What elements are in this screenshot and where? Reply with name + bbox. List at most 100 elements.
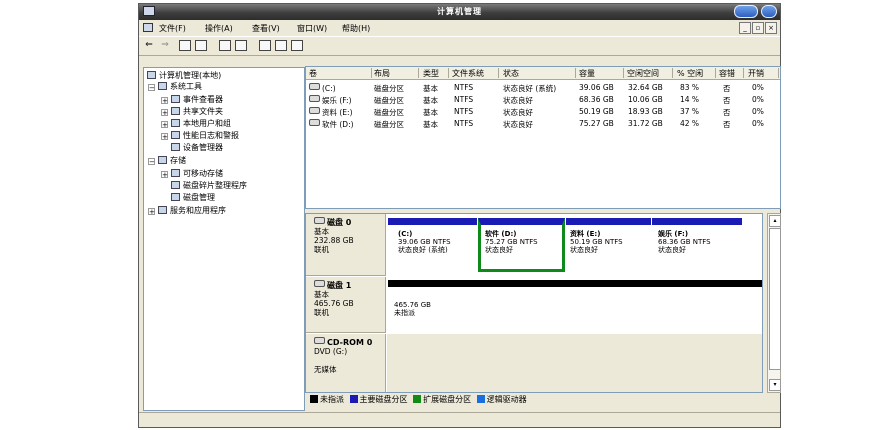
back-icon[interactable]: ⇐ <box>143 40 155 51</box>
disk-type: 基本 <box>314 290 329 299</box>
col-filesystem[interactable]: 文件系统 <box>452 68 499 78</box>
col-layout[interactable]: 布局 <box>374 68 419 78</box>
col-free-space[interactable]: 空闲空间 <box>627 68 673 78</box>
cell: NTFS <box>454 119 474 128</box>
tree-item-device-manager[interactable]: 设备管理器 <box>171 143 223 153</box>
child-minimize-icon[interactable]: _ <box>739 22 751 34</box>
cell: 83 % <box>680 83 700 92</box>
expand-icon[interactable]: + <box>161 171 168 179</box>
forward-icon[interactable]: ⇒ <box>159 40 171 51</box>
help-icon[interactable] <box>259 40 271 51</box>
menu-action[interactable]: 操作(A) <box>205 23 233 34</box>
volume-row[interactable]: (C:) 磁盘分区 基本 NTFS 状态良好 (系统) 39.06 GB 32.… <box>306 82 780 94</box>
collapse-icon[interactable]: − <box>148 158 155 166</box>
computer-icon <box>147 71 156 79</box>
expand-icon[interactable]: + <box>148 208 155 216</box>
up-level-icon[interactable] <box>179 40 191 51</box>
refresh-icon[interactable] <box>235 40 247 51</box>
child-close-icon[interactable]: × <box>765 22 777 34</box>
disk-1-label[interactable]: 磁盘 1 基本 465.76 GB 联机 <box>306 277 386 333</box>
expand-icon[interactable]: + <box>161 97 168 105</box>
defrag-icon <box>171 181 180 189</box>
title-bar[interactable]: 计算机管理 <box>139 4 780 20</box>
console-tree[interactable]: 计算机管理(本地) − 系统工具 + 事件查看器 + 共享文件夹 + 本地用户和… <box>143 67 305 411</box>
open-icon[interactable] <box>275 40 287 51</box>
scroll-down-icon[interactable]: ▾ <box>769 379 781 391</box>
partition-e[interactable]: 资料 (E:) 50.19 GB NTFS 状态良好 <box>566 218 651 272</box>
partition-d-selected[interactable]: 软件 (D:) 75.27 GB NTFS 状态良好 <box>478 218 565 272</box>
partition-c[interactable]: (C:) 39.06 GB NTFS 状态良好 (系统) <box>388 218 477 272</box>
cdrom-0-label[interactable]: CD-ROM 0 DVD (G:) 无媒体 <box>306 334 386 392</box>
cell: 否 <box>723 84 731 93</box>
col-type[interactable]: 类型 <box>423 68 449 78</box>
tree-item-system-tools[interactable]: 系统工具 <box>158 82 202 92</box>
tree-item-performance-logs[interactable]: 性能日志和警报 <box>171 131 239 141</box>
minimize-maximize-buttons[interactable] <box>734 5 758 18</box>
legend-label: 主要磁盘分区 <box>359 395 408 404</box>
cell: 0% <box>752 83 764 92</box>
drive-icon <box>309 119 320 126</box>
cell: 状态良好 (系统) <box>503 84 557 93</box>
tree-item-local-users[interactable]: 本地用户和组 <box>171 119 231 129</box>
child-restore-icon[interactable]: ▫ <box>752 22 764 34</box>
tree-item-services-apps[interactable]: 服务和应用程序 <box>158 206 226 216</box>
cell: NTFS <box>454 107 474 116</box>
cell: 状态良好 <box>503 96 533 105</box>
menu-file[interactable]: 文件(F) <box>159 23 186 34</box>
disk-graphical-view[interactable]: 磁盘 0 基本 232.88 GB 联机 (C:) 39.06 GB NTFS 状态… <box>305 213 763 393</box>
cell: 50.19 GB <box>579 107 614 116</box>
cell: 状态良好 <box>503 108 533 117</box>
volume-list[interactable]: 卷 布局 类型 文件系统 状态 容量 空闲空间 % 空闲 容错 开销 (C:) … <box>305 66 781 209</box>
scroll-up-icon[interactable]: ▴ <box>769 215 781 227</box>
expand-icon[interactable]: + <box>161 133 168 141</box>
removable-storage-icon <box>171 169 180 177</box>
col-capacity[interactable]: 容量 <box>579 68 624 78</box>
cell: 31.72 GB <box>628 119 663 128</box>
volume-row[interactable]: 软件 (D:) 磁盘分区 基本 NTFS 状态良好 75.27 GB 31.72… <box>306 118 780 130</box>
cell: NTFS <box>454 83 474 92</box>
disk-view-scrollbar[interactable]: ▴ ▾ <box>767 213 781 393</box>
cell: 0% <box>752 107 764 116</box>
media-status: 无媒体 <box>314 365 337 374</box>
menu-window[interactable]: 窗口(W) <box>297 23 327 34</box>
legend-swatch <box>476 395 485 403</box>
col-status[interactable]: 状态 <box>503 68 576 78</box>
col-overhead[interactable]: 开销 <box>748 68 779 78</box>
unallocated-space[interactable]: 465.76 GB 未指派 <box>388 280 762 330</box>
tree-item-removable-storage[interactable]: 可移动存储 <box>171 169 223 179</box>
col-volume[interactable]: 卷 <box>309 68 372 78</box>
expand-icon[interactable]: + <box>161 121 168 129</box>
menu-view[interactable]: 查看(V) <box>252 23 280 34</box>
mmc-doc-icon[interactable] <box>143 23 153 32</box>
settings-icon[interactable] <box>291 40 303 51</box>
volume-row[interactable]: 娱乐 (F:) 磁盘分区 基本 NTFS 状态良好 68.36 GB 10.06… <box>306 94 780 106</box>
volume-row[interactable]: 资料 (E:) 磁盘分区 基本 NTFS 状态良好 50.19 GB 18.93… <box>306 106 780 118</box>
col-percent-free[interactable]: % 空闲 <box>677 68 716 78</box>
properties-icon[interactable] <box>219 40 231 51</box>
tree-item-shared-folders[interactable]: 共享文件夹 <box>171 107 223 117</box>
window-title: 计算机管理 <box>437 7 482 16</box>
collapse-icon[interactable]: − <box>148 84 155 92</box>
tree-item-storage[interactable]: 存储 <box>158 156 186 166</box>
cell: 磁盘分区 <box>374 108 404 117</box>
col-fault-tolerance[interactable]: 容错 <box>719 68 744 78</box>
tree-item-event-viewer[interactable]: 事件查看器 <box>171 95 223 105</box>
tree-item-defragmenter[interactable]: 磁盘碎片整理程序 <box>171 181 247 191</box>
tree-item-disk-management[interactable]: 磁盘管理 <box>171 193 215 203</box>
hard-disk-icon <box>314 217 325 224</box>
show-hide-tree-icon[interactable] <box>195 40 207 51</box>
legend-label: 未指派 <box>320 395 344 404</box>
expand-icon[interactable]: + <box>161 109 168 117</box>
cdrom-empty-area <box>387 334 762 392</box>
disk-0-label[interactable]: 磁盘 0 基本 232.88 GB 联机 <box>306 214 386 276</box>
legend-label: 扩展磁盘分区 <box>423 395 472 404</box>
cell: 否 <box>723 108 731 117</box>
child-window-controls: _ ▫ × <box>738 22 777 34</box>
scroll-thumb[interactable] <box>769 228 781 370</box>
cell: 32.64 GB <box>628 83 663 92</box>
tree-item-computer-management[interactable]: 计算机管理(本地) <box>147 71 221 81</box>
cell: 否 <box>723 120 731 129</box>
partition-f[interactable]: 娱乐 (F:) 68.36 GB NTFS 状态良好 <box>652 218 742 272</box>
menu-help[interactable]: 帮助(H) <box>342 23 370 34</box>
close-icon[interactable] <box>761 5 777 18</box>
